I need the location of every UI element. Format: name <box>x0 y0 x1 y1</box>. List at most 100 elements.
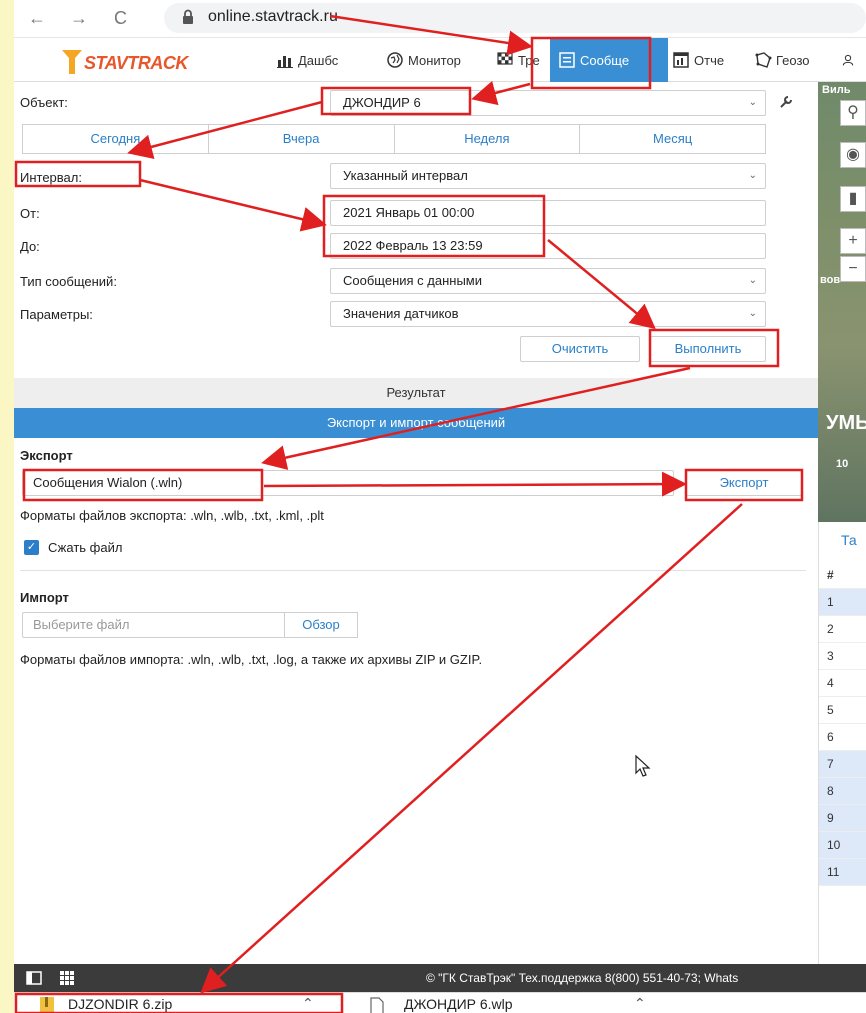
app-header: STAVTRACK Дашбс Монитор Тре Сообще Отче <box>14 38 866 82</box>
map-search-icon[interactable]: ⚲ <box>840 100 866 126</box>
user-icon <box>842 54 854 66</box>
params-label: Параметры: <box>20 307 93 322</box>
table-row[interactable]: 7 <box>819 751 866 778</box>
forward-icon[interactable]: → <box>70 8 88 28</box>
params-value: Значения датчиков <box>343 306 459 321</box>
nav-monitoring[interactable]: Монитор <box>382 38 492 82</box>
object-select[interactable]: ДЖОНДИР 6 ⌄ <box>330 90 766 116</box>
from-input[interactable]: 2021 Январь 01 00:00 <box>330 200 766 226</box>
download-name: ДЖОНДИР 6.wlp <box>404 996 513 1012</box>
import-file-input[interactable]: Выберите файл <box>22 612 286 638</box>
nav-tracks[interactable]: Тре <box>492 38 550 82</box>
to-input[interactable]: 2022 Февраль 13 23:59 <box>330 233 766 259</box>
compress-checkbox[interactable]: ✓ <box>24 540 39 555</box>
messages-panel: Объект: ДЖОНДИР 6 ⌄ Сегодня Вчера Неделя… <box>14 82 818 964</box>
chevron-up-icon[interactable]: ⌃ <box>634 995 646 1012</box>
panel-layout-icon[interactable] <box>26 971 42 985</box>
table-row[interactable]: 6 <box>819 724 866 751</box>
map-label-big: УМЬ <box>826 412 866 434</box>
tab-month[interactable]: Месяц <box>580 125 765 153</box>
table-row[interactable]: 2 <box>819 616 866 643</box>
period-tabs: Сегодня Вчера Неделя Месяц <box>22 124 766 154</box>
nav-reports[interactable]: Отче <box>668 38 750 82</box>
report-icon <box>673 52 689 68</box>
map-eye-icon[interactable]: ◉ <box>840 142 866 168</box>
footer-copyright: © "ГК СтавТрэк" Тех.поддержка 8(800) 551… <box>426 971 739 985</box>
params-select[interactable]: Значения датчиков ⌄ <box>330 301 766 327</box>
geofence-icon <box>755 52 772 68</box>
from-label: От: <box>20 206 40 221</box>
table-row[interactable]: 4 <box>819 670 866 697</box>
export-heading: Экспорт <box>20 448 73 463</box>
table-row[interactable]: 9 <box>819 805 866 832</box>
download-item-wlp[interactable]: ДЖОНДИР 6.wlp ⌃ <box>370 993 670 1013</box>
logo: STAVTRACK <box>58 46 248 76</box>
table-row[interactable]: 10 <box>819 832 866 859</box>
chevron-up-icon[interactable]: ⌃ <box>302 995 314 1012</box>
table-row[interactable]: 1 <box>819 589 866 616</box>
tab-today[interactable]: Сегодня <box>23 125 209 153</box>
nav-users[interactable] <box>838 38 862 82</box>
nav-geofences[interactable]: Геозо <box>750 38 838 82</box>
logo-text: STAVTRACK <box>84 53 188 73</box>
map-view[interactable]: Виль ⚲ ◉ ▮ + − вов УМЬ 10 <box>818 82 866 522</box>
browse-button[interactable]: Обзор <box>284 612 358 638</box>
back-icon[interactable]: ← <box>28 8 46 28</box>
nav-messages[interactable]: Сообще <box>550 38 668 82</box>
zoom-in-icon[interactable]: + <box>840 228 866 254</box>
tab-table[interactable]: Та <box>841 532 857 548</box>
nav-dashboard[interactable]: Дашбс <box>272 38 382 82</box>
compress-label: Сжать файл <box>48 540 123 555</box>
wrench-icon[interactable] <box>778 94 794 110</box>
table-row[interactable]: 3 <box>819 643 866 670</box>
nav-label: Монитор <box>408 52 461 68</box>
export-format-select[interactable]: Сообщения Wialon (.wln) <box>22 470 674 496</box>
app-footer: © "ГК СтавТрэк" Тех.поддержка 8(800) 551… <box>14 964 866 992</box>
map-scale-label: 10 <box>836 458 849 470</box>
downloads-bar: DJZONDIR 6.zip ⌃ ДЖОНДИР 6.wlp ⌃ <box>14 992 866 1013</box>
interval-value: Указанный интервал <box>343 168 468 183</box>
table-row[interactable]: 11 <box>819 859 866 886</box>
to-label: До: <box>20 239 40 254</box>
messages-table: Та # 1 2 3 4 5 6 7 8 9 10 11 <box>818 522 866 964</box>
results-header: Результат <box>14 378 818 408</box>
table-row[interactable]: 5 <box>819 697 866 724</box>
nav-label: Сообще <box>580 52 630 68</box>
download-item-zip[interactable]: DJZONDIR 6.zip ⌃ <box>40 993 340 1013</box>
import-formats-hint: Форматы файлов импорта: .wln, .wlb, .txt… <box>20 652 483 667</box>
table-row[interactable]: 8 <box>819 778 866 805</box>
url-text[interactable]: online.stavtrack.ru <box>208 8 338 26</box>
main-nav: Дашбс Монитор Тре Сообще Отче Геозо <box>272 38 862 82</box>
msg-type-select[interactable]: Сообщения с данными ⌄ <box>330 268 766 294</box>
export-formats-hint: Форматы файлов экспорта: .wln, .wlb, .tx… <box>20 508 324 523</box>
object-value: ДЖОНДИР 6 <box>343 95 421 110</box>
map-layers-icon[interactable]: ▮ <box>840 186 866 212</box>
download-name: DJZONDIR 6.zip <box>68 996 173 1012</box>
zip-file-icon <box>40 997 54 1013</box>
grid-icon[interactable] <box>60 971 74 985</box>
tab-week[interactable]: Неделя <box>395 125 581 153</box>
globe-icon <box>387 52 403 68</box>
nav-label: Геозо <box>776 52 810 68</box>
chevron-down-icon: ⌄ <box>748 308 757 319</box>
nav-label: Отче <box>694 52 725 68</box>
zoom-out-icon[interactable]: − <box>840 256 866 282</box>
interval-select[interactable]: Указанный интервал ⌄ <box>330 163 766 189</box>
browser-toolbar: ← → C online.stavtrack.ru <box>14 0 866 38</box>
bar-chart-icon <box>277 56 293 68</box>
msg-type-value: Сообщения с данными <box>343 273 482 288</box>
section-divider <box>20 570 806 571</box>
chevron-down-icon: ⌄ <box>748 97 757 108</box>
table-header: # <box>819 562 866 589</box>
tab-yesterday[interactable]: Вчера <box>209 125 395 153</box>
reload-icon[interactable]: C <box>114 8 127 28</box>
lock-icon <box>183 9 193 24</box>
file-icon <box>370 997 384 1013</box>
export-button[interactable]: Экспорт <box>686 470 802 496</box>
map-label-mid: вов <box>820 274 841 286</box>
object-label: Объект: <box>20 95 68 110</box>
execute-button[interactable]: Выполнить <box>650 336 766 362</box>
clear-button[interactable]: Очистить <box>520 336 640 362</box>
message-icon <box>559 52 575 68</box>
interval-label: Интервал: <box>20 170 82 185</box>
